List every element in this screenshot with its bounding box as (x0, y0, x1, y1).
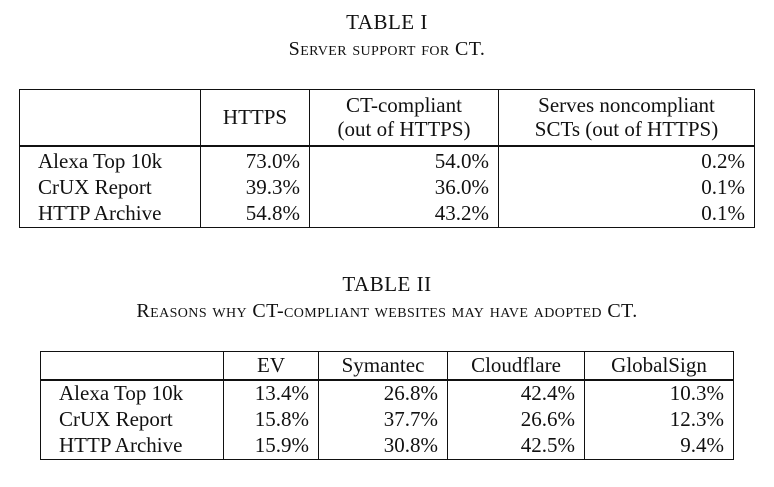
header-ev: EV (223, 351, 319, 381)
header-empty (19, 89, 201, 147)
row-name: CrUX Report (59, 407, 173, 432)
header-empty (40, 351, 224, 381)
header-ct-compliant-line2: (out of HTTPS) (337, 116, 471, 141)
table-row: CrUX Report 39.3% 36.0% 0.1% (20, 175, 755, 201)
table-row: HTTP Archive 15.9% 30.8% 42.5% 9.4% (41, 433, 734, 460)
table-header-row: EV Symantec Cloudflare GlobalSign (40, 351, 734, 381)
cell-https: 39.3% (200, 175, 310, 201)
cell-globalsign: 12.3% (584, 407, 734, 433)
table1-title: Server support for CT. (288, 38, 486, 60)
table-row: Alexa Top 10k 73.0% 54.0% 0.2% (20, 146, 755, 175)
header-symantec: Symantec (318, 351, 448, 381)
cell-ct-compliant: 54.0% (309, 146, 499, 175)
cell-symantec: 37.7% (318, 407, 448, 433)
row-name: Alexa Top 10k (38, 149, 163, 174)
cell-symantec: 26.8% (318, 380, 448, 407)
cell-globalsign: 9.4% (584, 433, 734, 460)
cell-ct-compliant: 43.2% (309, 201, 499, 228)
cell-cloudflare: 26.6% (447, 407, 585, 433)
cell-noncompliant: 0.2% (498, 146, 755, 175)
cell-ev: 15.9% (223, 433, 319, 460)
cell-cloudflare: 42.4% (447, 380, 585, 407)
row-name: Alexa Top 10k (59, 381, 184, 406)
table-row: Alexa Top 10k 13.4% 26.8% 42.4% 10.3% (41, 380, 734, 407)
row-name: HTTP Archive (38, 201, 162, 226)
header-globalsign: GlobalSign (584, 351, 734, 381)
header-noncompliant-line2: SCTs (out of HTTPS) (534, 116, 719, 141)
header-noncompliant-line1: Serves noncompliant (538, 93, 715, 118)
ct-adoption-reasons-table: EV Symantec Cloudflare GlobalSign Alexa … (40, 351, 734, 460)
header-https: HTTPS (200, 89, 310, 147)
cell-ct-compliant: 36.0% (309, 175, 499, 201)
table2-title: Reasons why CT-compliant websites may ha… (136, 300, 638, 322)
cell-globalsign: 10.3% (584, 380, 734, 407)
table-row: CrUX Report 15.8% 37.7% 26.6% 12.3% (41, 407, 734, 433)
table-header-row: HTTPS CT-compliant (out of HTTPS) Serves… (19, 89, 755, 147)
cell-noncompliant: 0.1% (498, 201, 755, 228)
cell-https: 73.0% (200, 146, 310, 175)
header-ct-compliant: CT-compliant (out of HTTPS) (309, 89, 499, 147)
header-cloudflare: Cloudflare (447, 351, 585, 381)
row-name: CrUX Report (38, 175, 152, 200)
header-ct-compliant-line1: CT-compliant (346, 93, 462, 118)
row-name: HTTP Archive (59, 433, 183, 458)
header-noncompliant: Serves noncompliant SCTs (out of HTTPS) (498, 89, 755, 147)
table2-label: TABLE II (342, 272, 432, 296)
cell-ev: 13.4% (223, 380, 319, 407)
cell-ev: 15.8% (223, 407, 319, 433)
server-support-table: HTTPS CT-compliant (out of HTTPS) Serves… (19, 89, 755, 228)
cell-symantec: 30.8% (318, 433, 448, 460)
cell-cloudflare: 42.5% (447, 433, 585, 460)
table-row: HTTP Archive 54.8% 43.2% 0.1% (20, 201, 755, 228)
cell-noncompliant: 0.1% (498, 175, 755, 201)
cell-https: 54.8% (200, 201, 310, 228)
table1-label: TABLE I (346, 10, 428, 34)
